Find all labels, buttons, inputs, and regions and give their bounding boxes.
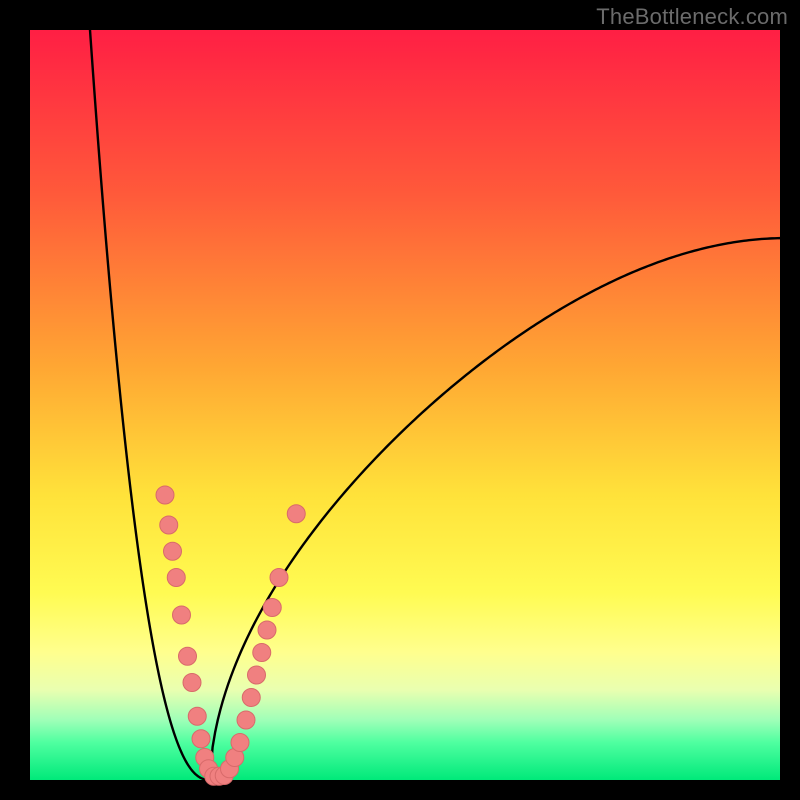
data-marker bbox=[263, 599, 281, 617]
data-marker bbox=[242, 689, 260, 707]
plot-area bbox=[30, 30, 780, 780]
data-marker bbox=[164, 542, 182, 560]
data-marker bbox=[188, 707, 206, 725]
data-marker bbox=[287, 505, 305, 523]
data-marker bbox=[167, 569, 185, 587]
curve-svg bbox=[30, 30, 780, 780]
data-marker bbox=[160, 516, 178, 534]
data-marker bbox=[253, 644, 271, 662]
data-marker bbox=[231, 734, 249, 752]
data-marker bbox=[270, 569, 288, 587]
data-markers bbox=[156, 486, 305, 785]
chart-frame: TheBottleneck.com bbox=[0, 0, 800, 800]
watermark-text: TheBottleneck.com bbox=[596, 4, 788, 30]
data-marker bbox=[183, 674, 201, 692]
bottleneck-curve bbox=[90, 30, 780, 780]
data-marker bbox=[237, 711, 255, 729]
data-marker bbox=[192, 730, 210, 748]
data-marker bbox=[173, 606, 191, 624]
data-marker bbox=[156, 486, 174, 504]
data-marker bbox=[179, 647, 197, 665]
data-marker bbox=[258, 621, 276, 639]
data-marker bbox=[248, 666, 266, 684]
